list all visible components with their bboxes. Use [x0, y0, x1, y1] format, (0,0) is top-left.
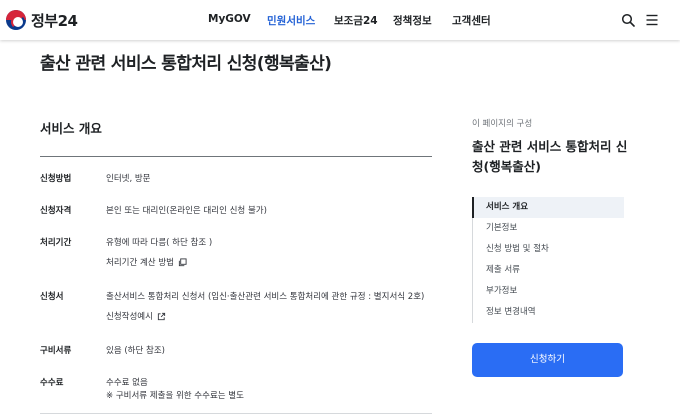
row-value-fee-note: ※ 구비서류 제출을 위한 수수료는 별도: [106, 391, 244, 401]
row-value-apply-method: 인터넷, 방문: [106, 174, 151, 184]
page-title: 출산 관련 서비스 통합처리 신청(행복출산): [40, 54, 332, 74]
row-value-eligibility: 본인 또는 대리인(온라인은 대리인 신청 불가): [106, 206, 267, 216]
row-label-fee: 수수료: [40, 378, 64, 388]
row-label-apply-method: 신청방법: [40, 174, 72, 184]
processing-period-calc-link-text: 처리기간 계산 방법: [106, 258, 174, 268]
toc-item-overview[interactable]: 서비스 개요: [472, 197, 624, 218]
nav-item-policy-info[interactable]: 정책정보: [393, 13, 432, 28]
toc-item-submission-docs[interactable]: 제출 서류: [472, 260, 624, 281]
toc-item-method-procedure[interactable]: 신청 방법 및 절차: [472, 239, 624, 260]
row-label-processing-period: 처리기간: [40, 238, 72, 248]
row-value-application-form: 출산서비스 통합처리 신청서 (임신·출산관련 서비스 통합처리에 관한 규정 …: [106, 292, 425, 302]
row-value-processing-period: 유형에 따라 다름( 하단 참조 ): [106, 238, 213, 248]
toc-caption: 이 페이지의 구성: [472, 119, 533, 129]
toc-item-change-history[interactable]: 정보 변경내역: [472, 302, 624, 323]
section-title-overview: 서비스 개요: [40, 121, 102, 136]
search-icon[interactable]: [621, 13, 635, 27]
row-label-application-form: 신청서: [40, 292, 64, 302]
site-header: 정부24 MyGOV 민원서비스 보조금24 정책정보 고객센터: [0, 0, 680, 40]
form-example-link-text: 신청작성예시: [106, 312, 153, 322]
bottom-divider: [40, 413, 432, 414]
toc-page-title: 출산 관련 서비스 통합처리 신청(행복출산): [472, 139, 628, 174]
menu-icon[interactable]: [645, 13, 659, 27]
site-logo[interactable]: 정부24: [6, 9, 78, 31]
nav-item-civil-services[interactable]: 민원서비스: [267, 13, 315, 28]
nav-item-subsidy24[interactable]: 보조금24: [334, 13, 378, 28]
taegeuk-logo-icon: [6, 10, 26, 30]
external-link-icon: [157, 312, 166, 320]
nav-item-customer-center[interactable]: 고객센터: [452, 13, 491, 28]
row-label-required-docs: 구비서류: [40, 346, 72, 356]
logo-text: 정부24: [31, 11, 78, 30]
apply-button[interactable]: 신청하기: [472, 343, 623, 377]
row-value-fee: 수수료 없음: [106, 378, 148, 388]
nav-item-mygov[interactable]: MyGOV: [208, 13, 251, 25]
toc-item-basic-info[interactable]: 기본정보: [472, 218, 624, 239]
section-divider: [40, 156, 432, 157]
page-toc: 서비스 개요 기본정보 신청 방법 및 절차 제출 서류 부가정보 정보 변경내…: [472, 197, 624, 323]
copy-icon: [178, 257, 187, 266]
processing-period-calc-link[interactable]: 처리기간 계산 방법: [106, 256, 187, 268]
row-label-eligibility: 신청자격: [40, 206, 72, 216]
row-value-required-docs: 있음 (하단 참조): [106, 346, 165, 356]
form-example-link[interactable]: 신청작성예시: [106, 310, 166, 322]
toc-item-additional-info[interactable]: 부가정보: [472, 281, 624, 302]
